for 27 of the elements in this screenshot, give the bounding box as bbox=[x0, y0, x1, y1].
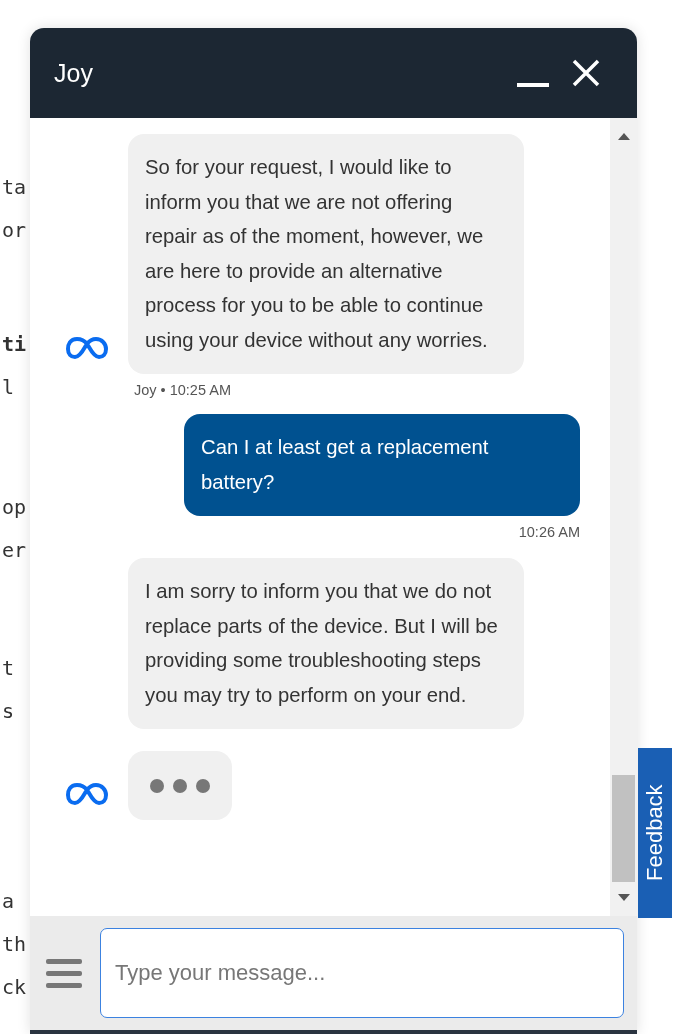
page-text: s bbox=[2, 698, 15, 725]
chat-title: Joy bbox=[54, 58, 93, 88]
page-text: ck bbox=[2, 974, 27, 1001]
scroll-up-icon[interactable] bbox=[617, 132, 630, 140]
scroll-down-icon[interactable] bbox=[617, 894, 630, 902]
page-text: l bbox=[2, 374, 15, 401]
message-bubble: So for your request, I would like to inform you that we are not offering repair as of the moment, however, we are here to provide an alternative process for you to be able to continue using your device without any worries. bbox=[128, 134, 524, 374]
message-bubble: Can I at least get a replacement battery? bbox=[184, 414, 580, 516]
minimize-icon bbox=[517, 83, 549, 87]
page-text: th bbox=[2, 931, 27, 958]
page-text: ta bbox=[2, 174, 27, 201]
page-text: ti bbox=[2, 331, 27, 358]
page-text: er bbox=[2, 537, 27, 564]
message-time: 10:26 AM bbox=[517, 524, 580, 540]
page-text: t bbox=[2, 655, 15, 682]
close-button[interactable] bbox=[571, 58, 601, 88]
message-bubble: I am sorry to inform you that we do not replace parts of the device. But I will be providing some troubleshooting steps you may try to perform on your end. bbox=[128, 558, 524, 729]
message-meta: Joy • 10:25 AM bbox=[133, 382, 232, 398]
menu-button[interactable] bbox=[46, 957, 82, 989]
page-text: op bbox=[2, 494, 27, 521]
page-text: a bbox=[2, 888, 15, 915]
page-text: or bbox=[2, 217, 27, 244]
feedback-tab[interactable]: Feedback bbox=[638, 748, 672, 918]
scrollbar-thumb[interactable] bbox=[612, 775, 635, 882]
close-icon bbox=[571, 58, 601, 88]
scrollbar[interactable] bbox=[610, 118, 637, 916]
message-input[interactable]: Type your message... bbox=[100, 928, 624, 1018]
